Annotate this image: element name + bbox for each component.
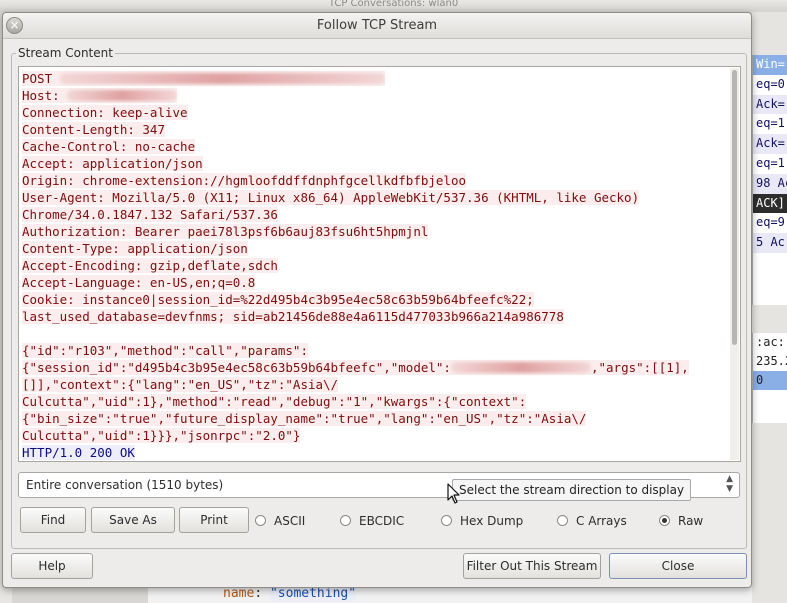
client-line: Content-Type: application/json bbox=[22, 241, 248, 256]
format-radio-ebcdic[interactable]: EBCDIC bbox=[340, 513, 404, 529]
packet-row[interactable]: eq=1 bbox=[753, 114, 787, 134]
packet-row[interactable]: Ack= bbox=[753, 134, 787, 154]
scrollbar-thumb[interactable] bbox=[732, 70, 737, 345]
dialog-title: Follow TCP Stream bbox=[316, 18, 438, 33]
mouse-pointer-icon bbox=[447, 483, 460, 504]
filter-out-stream-button[interactable]: Filter Out This Stream bbox=[463, 553, 601, 579]
packet-row[interactable]: Win= bbox=[753, 55, 787, 75]
redacted-host bbox=[67, 90, 178, 101]
client-line: Origin: chrome-extension://hgmloofddffdn… bbox=[22, 173, 467, 188]
packet-row[interactable]: ACK] bbox=[753, 193, 787, 214]
background-detail-list: :ac: 235.2 0 bbox=[752, 333, 787, 423]
stream-content-group: Stream Content POST Host: Connection: ke… bbox=[11, 46, 747, 549]
close-button[interactable]: Close bbox=[609, 553, 747, 579]
detail-row[interactable]: 235.2 bbox=[753, 352, 787, 371]
radio-icon bbox=[340, 515, 351, 526]
client-line: Content-Length: 347 bbox=[22, 122, 165, 137]
packet-row[interactable]: eq=0 bbox=[753, 75, 787, 95]
background-packet-list: Win= eq=0 Ack= eq=1 Ack= eq=1 98 Ac ACK]… bbox=[752, 55, 787, 305]
body-line: {"id":"r103","method":"call","params": bbox=[22, 343, 308, 358]
stream-content-pane[interactable]: POST Host: Connection: keep-alive Conten… bbox=[18, 66, 741, 462]
body-line: Culcutta","uid":1}}},"jsonrpc":"2.0"} bbox=[22, 428, 301, 443]
follow-tcp-stream-dialog: × Follow TCP Stream Stream Content POST … bbox=[2, 12, 752, 588]
format-radio-c-arrays[interactable]: C Arrays bbox=[557, 513, 627, 529]
redacted-model bbox=[450, 362, 591, 373]
packet-row[interactable]: 98 Ac bbox=[753, 173, 787, 194]
client-line: Host: bbox=[22, 88, 178, 103]
code-colon: : bbox=[254, 586, 270, 601]
format-radio-hex-dump[interactable]: Hex Dump bbox=[441, 513, 523, 529]
format-radio-raw[interactable]: Raw bbox=[659, 513, 703, 529]
print-button[interactable]: Print bbox=[179, 507, 249, 533]
client-line: last_used_database=devfnms; sid=ab21456d… bbox=[22, 309, 564, 324]
client-line: Connection: keep-alive bbox=[22, 105, 188, 120]
body-line: Culcutta","uid":1},"method":"read","debu… bbox=[22, 394, 527, 409]
direction-tooltip: Select the stream direction to display bbox=[452, 479, 692, 501]
updown-chevron-icon: ▲ ▼ bbox=[726, 474, 733, 494]
client-line: POST bbox=[22, 71, 385, 86]
radio-icon bbox=[557, 515, 568, 526]
find-button[interactable]: Find bbox=[20, 507, 86, 533]
packet-row[interactable]: 5 Ac bbox=[753, 233, 787, 253]
server-line: HTTP/1.0 200 OK bbox=[22, 445, 135, 460]
save-as-button[interactable]: Save As bbox=[91, 507, 175, 533]
client-line: User-Agent: Mozilla/5.0 (X11; Linux x86_… bbox=[22, 190, 640, 205]
packet-row[interactable]: eq=1 bbox=[753, 154, 787, 174]
client-line: Chrome/34.0.1847.132 Safari/537.36 bbox=[22, 207, 278, 222]
client-line: Cache-Control: no-cache bbox=[22, 139, 196, 154]
stream-text[interactable]: POST Host: Connection: keep-alive Conten… bbox=[22, 70, 732, 461]
stream-scrollbar[interactable] bbox=[730, 68, 739, 460]
radio-icon bbox=[255, 515, 266, 526]
redacted-url bbox=[59, 73, 385, 84]
dialog-titlebar[interactable]: × Follow TCP Stream bbox=[3, 13, 751, 39]
packet-row[interactable]: eq=9 bbox=[753, 213, 787, 233]
code-value: "something" bbox=[269, 586, 357, 601]
radio-icon bbox=[441, 515, 452, 526]
detail-row[interactable]: 0 bbox=[753, 371, 787, 390]
body-line: []],"context":{"lang":"en_US","tz":"Asia… bbox=[22, 377, 339, 392]
client-line: Authorization: Bearer paei78l3psf6b6auj8… bbox=[22, 224, 429, 239]
client-line: Cookie: instance0|session_id=%22d495b4c3… bbox=[22, 292, 534, 307]
packet-row[interactable]: Ack= bbox=[753, 94, 787, 115]
stream-content-label: Stream Content bbox=[16, 46, 115, 60]
detail-row[interactable]: :ac: bbox=[753, 333, 787, 352]
body-line: {"session_id":"d495b4c3b95e4ec58c63b59b6… bbox=[22, 360, 689, 375]
client-line: Accept: application/json bbox=[22, 156, 203, 171]
client-line: Accept-Language: en-US,en;q=0.8 bbox=[22, 275, 256, 290]
radio-selected-icon bbox=[659, 515, 670, 526]
stream-direction-value: Entire conversation (1510 bytes) bbox=[26, 478, 224, 492]
client-line: Accept-Encoding: gzip,deflate,sdch bbox=[22, 258, 278, 273]
background-window-title: TCP Conversations: wlan0 bbox=[0, 0, 787, 12]
help-button[interactable]: Help bbox=[11, 553, 93, 579]
format-radio-ascii[interactable]: ASCII bbox=[255, 513, 305, 529]
code-key: name bbox=[223, 586, 255, 601]
body-line: {"bin_size":"true","future_display_name"… bbox=[22, 411, 587, 426]
